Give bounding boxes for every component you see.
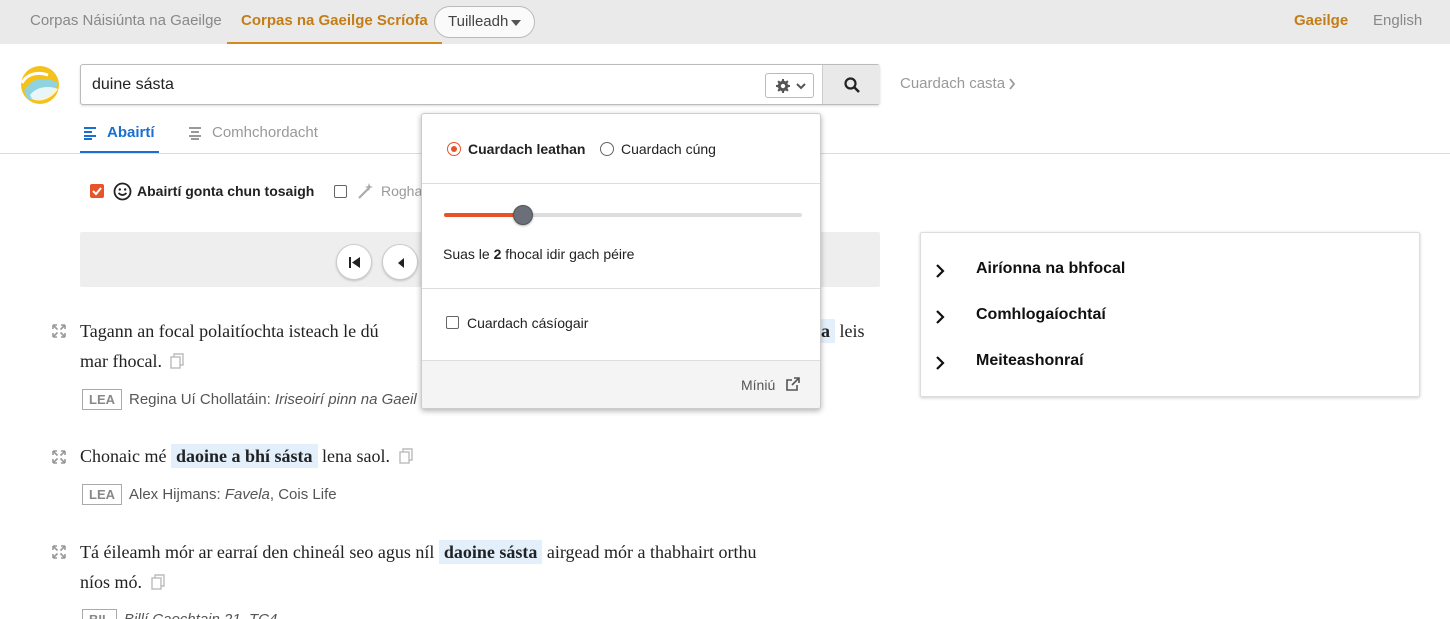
distance-slider-track[interactable] (444, 213, 802, 217)
distance-text: Suas le 2 fhocal idir gach péire (443, 246, 635, 262)
more-label: Tuilleadh (448, 13, 509, 30)
search-settings-popup: Cuardach leathan Cuardach cúng Suas le 2… (421, 113, 821, 409)
popup-divider (422, 288, 820, 289)
first-page-button[interactable] (336, 244, 372, 280)
search-icon (844, 77, 860, 93)
tab-concordance[interactable]: Comhchordacht (188, 124, 318, 153)
expand-icon[interactable] (52, 324, 66, 338)
broad-search-label: Cuardach leathan (468, 141, 586, 157)
chevron-right-icon (936, 356, 945, 370)
nav-corpas-naisiunta[interactable]: Corpas Náisiúnta na Gaeilge (30, 0, 222, 44)
nav-corpas-scriofa[interactable]: Corpas na Gaeilge Scríofa (227, 0, 442, 44)
popup-divider (422, 183, 820, 184)
chevron-right-icon (1009, 78, 1016, 90)
smiley-icon (113, 182, 132, 201)
caret-left-icon (398, 258, 404, 268)
result-sentence: Tá éileamh mór ar earraí den chineál seo… (80, 540, 757, 592)
expand-icon[interactable] (52, 545, 66, 559)
align-left-icon (84, 127, 96, 140)
lang-english[interactable]: English (1373, 0, 1422, 44)
site-logo-icon[interactable] (20, 65, 60, 105)
expand-icon[interactable] (52, 450, 66, 464)
chevron-down-icon (796, 83, 806, 90)
short-first-label: Abairtí gonta chun tosaigh (137, 183, 315, 199)
result-sentence: Chonaic mé daoine a bhí sásta lena saol. (80, 441, 870, 471)
result-source: LEA Regina Uí Chollatáin: Iriseoirí pinn … (82, 389, 417, 411)
tab-sentences[interactable]: Abairtí (80, 124, 159, 153)
short-first-checkbox[interactable] (90, 184, 104, 198)
top-bar: Corpas Náisiúnta na Gaeilge Corpas na Ga… (0, 0, 1450, 44)
case-sensitive-label: Cuardach cásíogair (467, 315, 589, 331)
advanced-search-link[interactable]: Cuardach casta (900, 75, 1016, 92)
source-tag: BIL (82, 609, 117, 619)
align-center-icon (189, 127, 201, 140)
narrow-search-radio[interactable] (600, 142, 614, 156)
search-button[interactable] (822, 65, 880, 104)
gear-icon (776, 79, 790, 93)
magic-wand-icon (358, 183, 373, 199)
skip-to-start-icon (349, 257, 360, 268)
check-icon (92, 187, 102, 196)
popup-footer: Míniú (422, 360, 820, 408)
chevron-right-icon (936, 264, 945, 278)
search-box (80, 64, 880, 105)
lang-gaeilge[interactable]: Gaeilge (1294, 0, 1348, 44)
case-sensitive-checkbox[interactable] (446, 316, 459, 329)
match-highlight: daoine sásta (438, 540, 543, 564)
copy-icon[interactable] (150, 574, 165, 590)
second-option-label: Rogha (381, 183, 423, 199)
source-tag: LEA (82, 389, 122, 410)
second-option-checkbox[interactable] (334, 185, 347, 198)
result-source: BILBillí Caochtain 21, TC4 (82, 609, 277, 619)
help-link[interactable]: Míniú (741, 377, 800, 393)
caret-down-icon (511, 20, 521, 26)
result-source: LEA Alex Hijmans: Favela, Cois Life (82, 484, 337, 506)
source-tag: LEA (82, 484, 122, 505)
broad-search-radio[interactable] (447, 142, 461, 156)
previous-page-button[interactable] (382, 244, 418, 280)
narrow-search-label: Cuardach cúng (621, 141, 716, 157)
search-settings-button[interactable] (765, 73, 814, 98)
side-panel: Airíonna na bhfocal Comhlogaíochtaí Meit… (920, 232, 1420, 397)
more-dropdown-button[interactable]: Tuilleadh (434, 6, 535, 38)
match-highlight: daoine a bhí sásta (170, 444, 318, 468)
search-input[interactable] (82, 66, 762, 103)
copy-icon[interactable] (398, 448, 413, 464)
chevron-right-icon (936, 310, 945, 324)
external-link-icon (786, 377, 800, 391)
copy-icon[interactable] (170, 353, 185, 369)
distance-slider-fill (444, 213, 523, 217)
distance-slider-thumb[interactable] (512, 205, 533, 225)
